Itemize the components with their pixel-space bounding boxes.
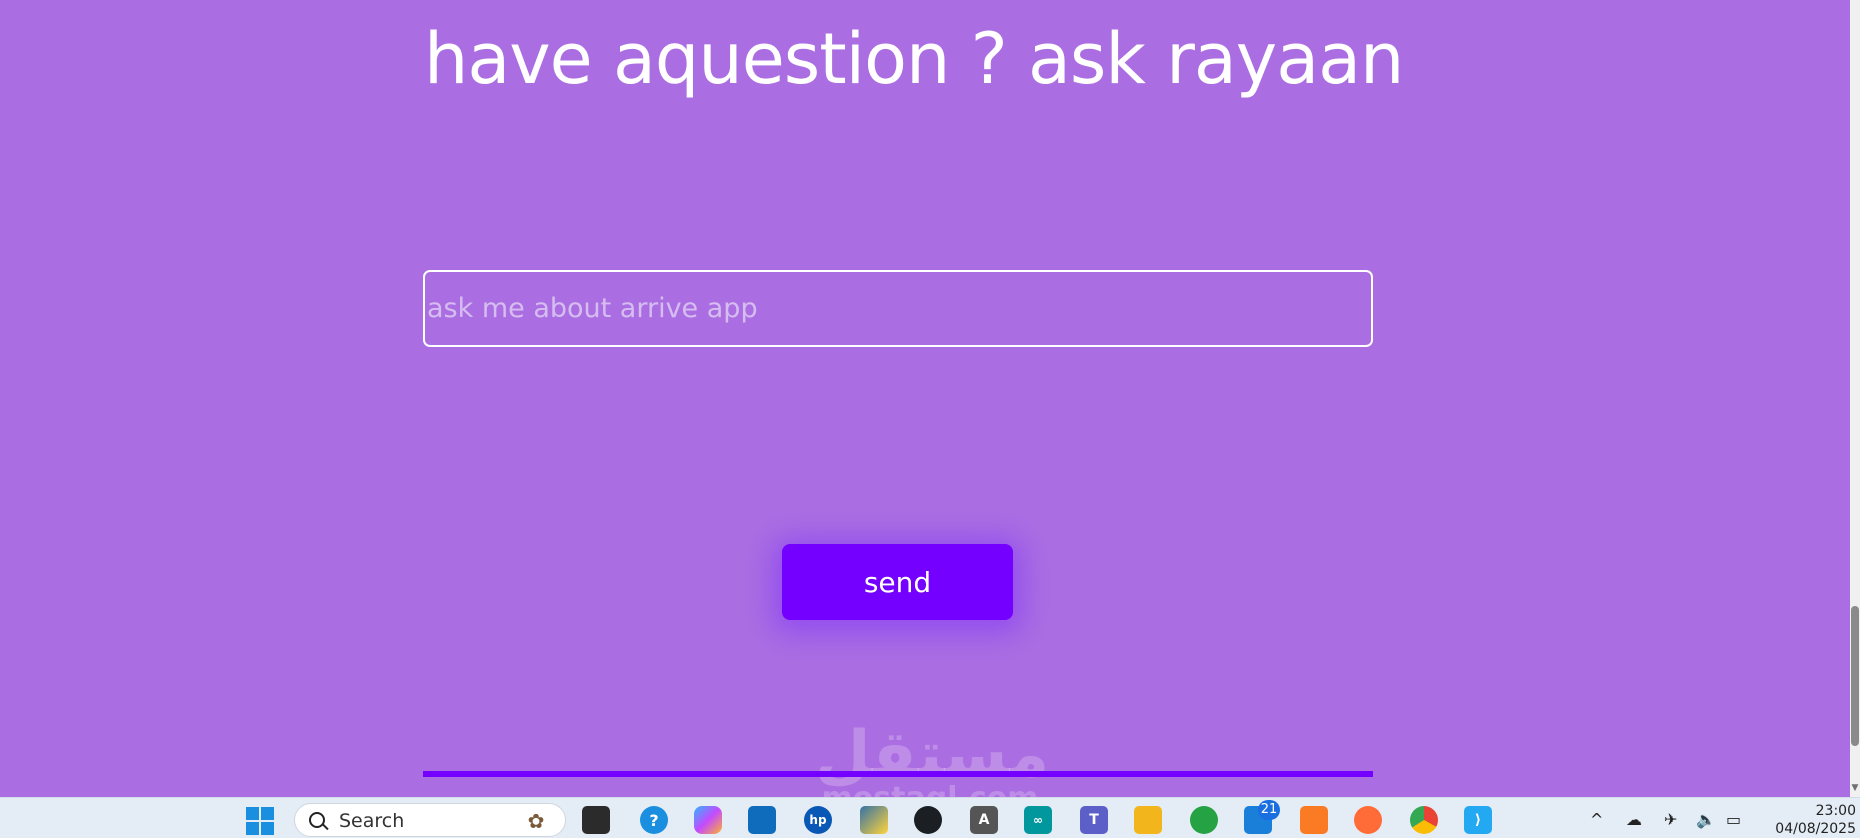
font-app-icon[interactable]: A: [970, 806, 998, 834]
notification-badge: 21: [1258, 800, 1280, 820]
send-button[interactable]: send: [782, 544, 1013, 620]
question-input[interactable]: [423, 270, 1373, 347]
search-label: Search: [339, 810, 405, 832]
vertical-scrollbar[interactable]: ▼: [1850, 0, 1860, 797]
clock-date: 04/08/2025: [1775, 821, 1856, 837]
arduino-icon[interactable]: ∞: [1024, 806, 1052, 834]
hp-icon[interactable]: hp: [804, 806, 832, 834]
airplane-mode-icon[interactable]: ✈: [1664, 810, 1677, 829]
page-title: have aquestion ? ask rayaan: [424, 18, 1404, 100]
footer-divider: [423, 771, 1373, 777]
microsoft-store-icon[interactable]: [748, 806, 776, 834]
volume-icon[interactable]: 🔈: [1696, 810, 1716, 829]
postman-icon[interactable]: [1354, 806, 1382, 834]
taskbar-clock[interactable]: 23:00 04/08/2025: [1764, 802, 1856, 838]
whatsapp-icon[interactable]: [1190, 806, 1218, 834]
windows-taskbar: Search ✿ ? hp A ∞ T 21 ⟩ ^ ☁ ✈ 🔈 ▭ 23:00…: [0, 797, 1860, 838]
clock-time: 23:00: [1815, 803, 1856, 819]
battery-icon[interactable]: ▭: [1726, 810, 1741, 829]
windows-start-icon[interactable]: [246, 807, 274, 835]
watermark: مستقل mostaql.com: [815, 718, 1050, 798]
remote-desktop-icon[interactable]: 21: [1244, 800, 1280, 834]
vscode-icon[interactable]: ⟩: [1464, 806, 1492, 834]
teams-icon[interactable]: T: [1080, 806, 1108, 834]
taskbar-search-box[interactable]: Search ✿: [294, 803, 566, 837]
copilot-icon[interactable]: [694, 806, 722, 834]
github-icon[interactable]: [914, 806, 942, 834]
watermark-arabic: مستقل: [815, 718, 1050, 792]
task-view-icon[interactable]: [582, 806, 610, 834]
file-explorer-icon[interactable]: [1134, 806, 1162, 834]
python-icon[interactable]: [860, 806, 888, 834]
watermark-latin: mostaql.com: [815, 784, 1045, 798]
onedrive-icon[interactable]: ☁: [1626, 810, 1642, 829]
scrollbar-thumb[interactable]: [1851, 606, 1859, 746]
search-highlight-icon: ✿: [527, 809, 545, 833]
app-page: have aquestion ? ask rayaan send مستقل m…: [0, 0, 1850, 797]
tray-chevron-icon[interactable]: ^: [1590, 810, 1603, 829]
weather-widget-icon[interactable]: ?: [640, 806, 668, 834]
scroll-down-arrow-icon[interactable]: ▼: [1850, 781, 1860, 795]
search-icon: [309, 812, 325, 828]
xampp-icon[interactable]: [1300, 806, 1328, 834]
chrome-icon[interactable]: [1410, 806, 1438, 834]
